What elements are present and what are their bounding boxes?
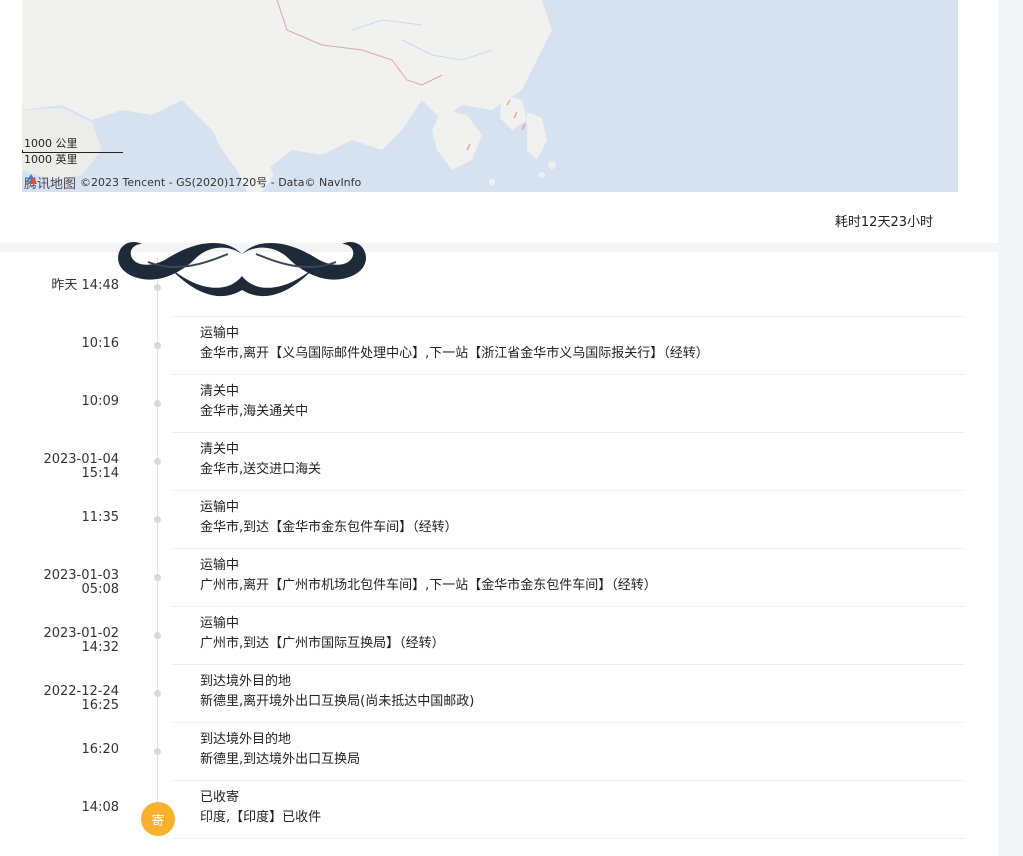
event-content: 已收寄 印度,【印度】已收件	[200, 788, 964, 828]
event-content: 到达境外目的地 新德里,到达境外出口互换局	[200, 730, 964, 770]
event-detail: 新德里,到达境外出口互换局	[200, 752, 361, 767]
event-status: 到达境外目的地	[200, 732, 292, 747]
event-detail: 金华市,离开【义乌国际邮件处理中心】,下一站【浙江省金华市义乌国际报关行】（经转…	[200, 346, 709, 361]
event-time: 16:20	[81, 742, 119, 757]
timeline-dot	[154, 690, 161, 697]
event-content: 清关中 金华市,送交进口海关	[200, 440, 964, 480]
timeline-dot	[154, 458, 161, 465]
event-content: 运输中 广州市,离开【广州市机场北包件车间】,下一站【金华市金东包件车间】（经转…	[200, 556, 964, 596]
event-content: 到达境外目的地 新德里,离开境外出口互换局(尚未抵达中国邮政)	[200, 672, 964, 712]
event-status: 已收寄	[200, 790, 240, 805]
map-scale-km: 1000 公里	[24, 137, 78, 150]
row-separator	[172, 838, 964, 839]
event-time: 2023-01-02 14:32	[43, 626, 119, 655]
event-time: 11:35	[81, 510, 119, 525]
timeline-dot	[154, 748, 161, 755]
mustache-sticker-icon	[118, 242, 366, 297]
timeline-dot	[154, 516, 161, 523]
event-time: 昨天 14:48	[0, 279, 119, 293]
timeline-event: 14:08 寄 已收寄 印度,【印度】已收件	[0, 780, 998, 838]
timeline-event: 11:35 运输中 金华市,到达【金华市金东包件车间】（经转）	[0, 490, 998, 548]
event-content: 运输中 广州市,到达【广州市国际互换局】（经转）	[200, 614, 964, 654]
event-status: 清关中	[200, 384, 240, 399]
map-copyright: ©2023 Tencent - GS(2020)1720号 - Data© Na…	[80, 176, 362, 189]
timeline-event: 2022-12-24 16:25 到达境外目的地 新德里,离开境外出口互换局(尚…	[0, 664, 998, 722]
event-detail: 广州市,离开【广州市机场北包件车间】,下一站【金华市金东包件车间】（经转）	[200, 578, 657, 593]
timeline-event: 16:20 到达境外目的地 新德里,到达境外出口互换局	[0, 722, 998, 780]
event-detail: 印度,【印度】已收件	[200, 810, 322, 825]
event-time: 10:16	[81, 336, 119, 351]
timeline-event: 2023-01-02 14:32 运输中 广州市,到达【广州市国际互换局】（经转…	[0, 606, 998, 664]
event-detail: 金华市,海关通关中	[200, 404, 309, 419]
timeline-dot	[154, 342, 161, 349]
event-status: 运输中	[200, 616, 240, 631]
event-time: 2022-12-24 16:25	[43, 684, 119, 713]
map-attribution: 腾讯地图 ©2023 Tencent - GS(2020)1720号 - Dat…	[24, 173, 362, 192]
event-content: 清关中 金华市,海关通关中	[200, 382, 964, 422]
event-time: 2023-01-03 05:08	[43, 568, 119, 597]
event-status: 运输中	[200, 326, 240, 341]
timeline-dot	[154, 400, 161, 407]
event-detail: 金华市,送交进口海关	[200, 462, 322, 477]
map-canvas	[22, 0, 958, 192]
event-status: 运输中	[200, 500, 240, 515]
event-time: 10:09	[81, 394, 119, 409]
origin-badge: 寄	[141, 802, 175, 836]
event-time: 14:08	[81, 800, 119, 815]
tencent-map-logo-icon	[25, 174, 37, 184]
timeline-event: 10:09 清关中 金华市,海关通关中	[0, 374, 998, 432]
event-detail: 金华市,到达【金华市金东包件车间】（经转）	[200, 520, 458, 535]
transit-duration: 耗时12天23小时	[834, 215, 933, 230]
route-map[interactable]: 1000 公里 1000 英里 腾讯地图 ©2023 Tencent - GS(…	[22, 0, 958, 192]
page-gutter	[998, 0, 1023, 856]
tracking-page: 1000 公里 1000 英里 腾讯地图 ©2023 Tencent - GS(…	[0, 0, 998, 856]
map-scale-mi: 1000 英里	[24, 153, 78, 166]
event-time: 2023-01-04 15:14	[43, 452, 119, 481]
timeline-event: 10:16 运输中 金华市,离开【义乌国际邮件处理中心】,下一站【浙江省金华市义…	[0, 316, 998, 374]
event-detail: 广州市,到达【广州市国际互换局】（经转）	[200, 636, 445, 651]
timeline-event: 2023-01-03 05:08 运输中 广州市,离开【广州市机场北包件车间】,…	[0, 548, 998, 606]
timeline-dot	[154, 574, 161, 581]
event-content: 运输中 金华市,离开【义乌国际邮件处理中心】,下一站【浙江省金华市义乌国际报关行…	[200, 324, 964, 364]
event-content: 运输中 金华市,到达【金华市金东包件车间】（经转）	[200, 498, 964, 538]
timeline-dot	[154, 632, 161, 639]
timeline-event: 2023-01-04 15:14 清关中 金华市,送交进口海关	[0, 432, 998, 490]
event-status: 清关中	[200, 442, 240, 457]
event-detail: 新德里,离开境外出口互换局(尚未抵达中国邮政)	[200, 694, 475, 709]
event-status: 到达境外目的地	[200, 674, 292, 689]
event-status: 运输中	[200, 558, 240, 573]
